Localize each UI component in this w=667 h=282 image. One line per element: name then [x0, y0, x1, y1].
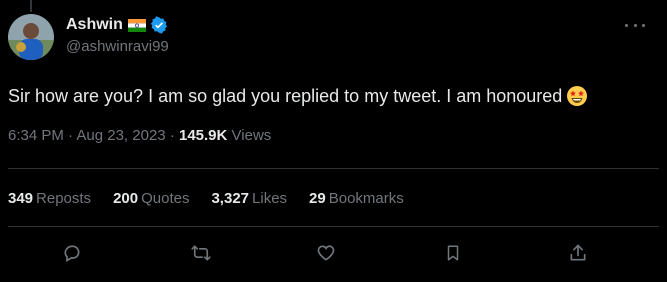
- like-icon[interactable]: [315, 242, 337, 264]
- engagement-stats: 349 Reposts 200 Quotes 3,327 Likes 29 Bookma…: [8, 190, 426, 207]
- reply-icon[interactable]: [61, 242, 83, 264]
- tweet-meta: 6:34 PM · Aug 23, 2023 · 145.9K Views: [8, 127, 271, 144]
- india-flag-icon: [127, 18, 146, 32]
- tweet-text: Sir how are you? I am so glad you replie…: [8, 84, 588, 108]
- bookmark-icon[interactable]: [442, 242, 464, 264]
- action-bar: [0, 242, 667, 268]
- repost-icon[interactable]: [190, 242, 212, 264]
- stat-reposts[interactable]: 349 Reposts: [8, 190, 91, 207]
- star-struck-emoji-icon: [566, 85, 588, 107]
- display-name[interactable]: Ashwin: [66, 16, 123, 34]
- user-handle[interactable]: @ashwinravi99: [66, 38, 169, 55]
- stat-likes[interactable]: 3,327 Likes: [211, 190, 287, 207]
- more-options-icon[interactable]: [625, 22, 645, 28]
- tweet-time[interactable]: 6:34 PM: [8, 127, 64, 144]
- meta-separator: ·: [169, 127, 179, 144]
- stat-bookmarks[interactable]: 29 Bookmarks: [309, 190, 404, 207]
- views-label: Views: [231, 127, 272, 144]
- share-icon[interactable]: [567, 242, 589, 264]
- verified-badge-icon[interactable]: [150, 16, 168, 34]
- avatar[interactable]: [8, 14, 54, 60]
- stat-quotes[interactable]: 200 Quotes: [113, 190, 189, 207]
- thread-line: [30, 0, 32, 12]
- views-count: 145.9K: [178, 127, 228, 144]
- divider: [8, 168, 659, 169]
- divider: [8, 226, 659, 227]
- tweet-date[interactable]: Aug 23, 2023: [76, 127, 165, 144]
- tweet-body: Sir how are you? I am so glad you replie…: [8, 86, 563, 106]
